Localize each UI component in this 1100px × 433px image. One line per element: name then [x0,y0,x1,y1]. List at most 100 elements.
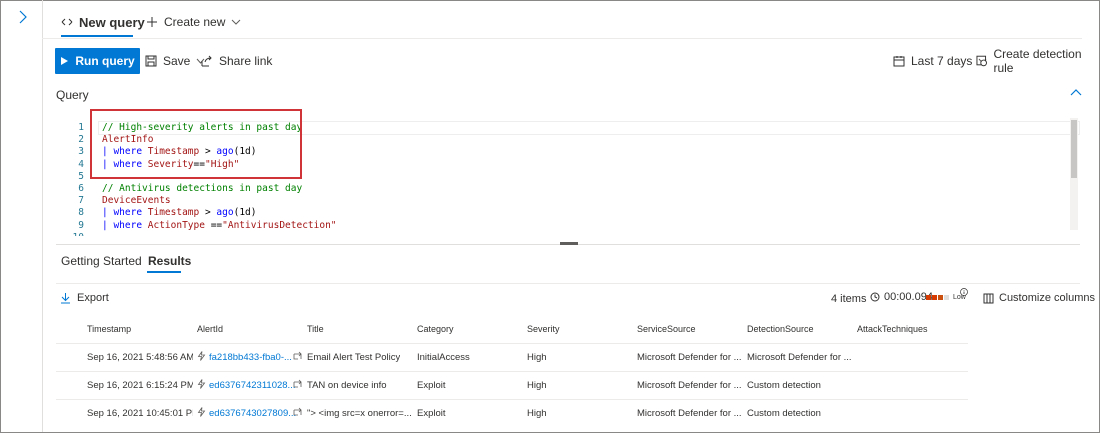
line-number: 8 [78,207,84,219]
column-header-alertid[interactable]: AlertId [197,324,223,334]
line-number: 10 [56,232,84,236]
cell-title: "> <img src=x onerror=... [307,408,411,419]
create-detection-rule-label: Create detection rule [993,47,1082,75]
alert-icon [197,407,206,417]
splitter-handle[interactable] [560,242,578,245]
active-tab-indicator [61,35,133,37]
export-button[interactable]: Export [60,292,109,304]
cell-service-source: Microsoft Defender for ... [637,380,742,391]
create-new-label: Create new [164,15,226,29]
share-link-label: Share link [219,54,273,68]
cell-detection-source: Microsoft Defender for ... [747,352,851,363]
save-icon [145,55,157,67]
time-range-dropdown[interactable]: Last 7 days [893,48,987,74]
code-token: (1d) [233,207,257,219]
editor-scrollbar-thumb[interactable] [1071,120,1077,178]
column-header-title[interactable]: Title [307,324,324,334]
calendar-icon [893,56,905,67]
cell-severity: High [527,352,547,363]
table-row[interactable]: Sep 16, 2021 5:48:56 AM fa218bb433-fba0-.… [56,343,968,371]
cell-severity: High [527,380,547,391]
line-number: 5 [78,170,84,182]
run-query-button[interactable]: Run query [55,48,140,74]
cell-title: Email Alert Test Policy [307,352,401,363]
share-link-button[interactable]: Share link [201,48,272,74]
resource-usage-bar [938,295,943,300]
query-icon [61,18,73,26]
code-token: > [199,207,217,219]
line-number: 6 [78,183,84,194]
create-new-button[interactable]: Create new [146,8,241,36]
detection-rule-icon [976,55,987,67]
code-token: | where [102,207,148,219]
time-range-label: Last 7 days [911,54,973,68]
query-section-label: Query [56,88,89,102]
cell-title: TAN on device info [307,380,387,391]
alert-icon [197,379,206,389]
cell-service-source: Microsoft Defender for ... [637,352,742,363]
alert-icon [197,351,206,361]
column-header-category[interactable]: Category [417,324,454,334]
cell-alert-id[interactable]: ed6376742311028... [209,380,295,391]
code-text: DeviceEvents [102,195,171,207]
code-text: | where ActionType =="AntivirusDetection… [102,220,337,232]
cell-category: Exploit [417,408,446,419]
tab-getting-started[interactable]: Getting Started [61,254,142,268]
share-icon [201,55,212,67]
chevron-down-icon [232,19,241,25]
customize-columns-button[interactable]: Customize columns [983,292,1095,304]
line-number: 1 [78,122,84,133]
save-button[interactable]: Save [145,48,205,74]
code-token: ago [216,207,234,219]
download-icon [61,293,70,304]
column-header-detectionsource[interactable]: DetectionSource [747,324,814,334]
code-token: ActionType [147,219,205,231]
tab-new-query-label: New query [79,14,145,30]
query-tab-bar: New query Create new [56,8,1086,38]
code-text: // Antivirus detections in past day [102,183,302,195]
line-number: 3 [78,146,84,158]
resource-usage-bar [944,295,949,300]
code-token: "AntivirusDetection" [222,219,337,231]
table-row[interactable]: Sep 16, 2021 6:15:24 PM ed6376742311028..… [56,371,968,399]
line-number: 2 [78,134,84,146]
cell-service-source: Microsoft Defender for ... [637,408,742,419]
tab-results[interactable]: Results [148,254,191,268]
chevron-right-icon[interactable] [16,10,30,24]
divider [56,283,1080,284]
cell-timestamp: Sep 16, 2021 5:48:56 AM [87,352,193,363]
cell-alert-id[interactable]: fa218bb433-fba0-... [209,352,292,363]
resource-usage-bar [926,295,931,300]
save-label: Save [163,54,191,68]
column-header-severity[interactable]: Severity [527,324,560,334]
open-alert-icon[interactable] [293,351,302,361]
cell-timestamp: Sep 16, 2021 10:45:01 PM [87,408,193,419]
column-header-attacktechniques[interactable]: AttackTechniques [857,324,928,334]
chevron-up-icon[interactable] [1070,87,1082,99]
line-number: 7 [78,195,84,207]
code-token: Timestamp [147,207,200,219]
cell-category: Exploit [417,380,446,391]
code-token: // Antivirus detections in past day [102,183,303,194]
clock-icon [870,292,880,302]
code-text: | where Timestamp > ago(1d) [102,207,256,219]
tab-new-query[interactable]: New query [61,8,145,36]
export-label: Export [77,292,109,304]
column-header-servicesource[interactable]: ServiceSource [637,324,696,334]
table-row[interactable]: Sep 16, 2021 10:45:01 PM ed6376743027809.… [56,399,968,427]
cell-alert-id[interactable]: ed6376743027809... [209,408,296,419]
line-number: 4 [78,158,84,170]
code-token: DeviceEvents [102,195,171,207]
left-rail [0,0,43,432]
column-header-timestamp[interactable]: Timestamp [87,324,131,334]
play-icon [61,57,69,65]
active-tab-indicator [147,271,181,273]
code-token: | where [102,219,148,231]
run-query-label: Run query [75,54,135,68]
code-token: == [204,219,223,231]
query-duration: 00:00.094 [870,291,933,303]
info-icon[interactable] [960,288,968,296]
create-detection-rule-button[interactable]: Create detection rule [976,47,1100,75]
cell-detection-source: Custom detection [747,380,821,391]
resource-usage-bar [932,295,937,300]
